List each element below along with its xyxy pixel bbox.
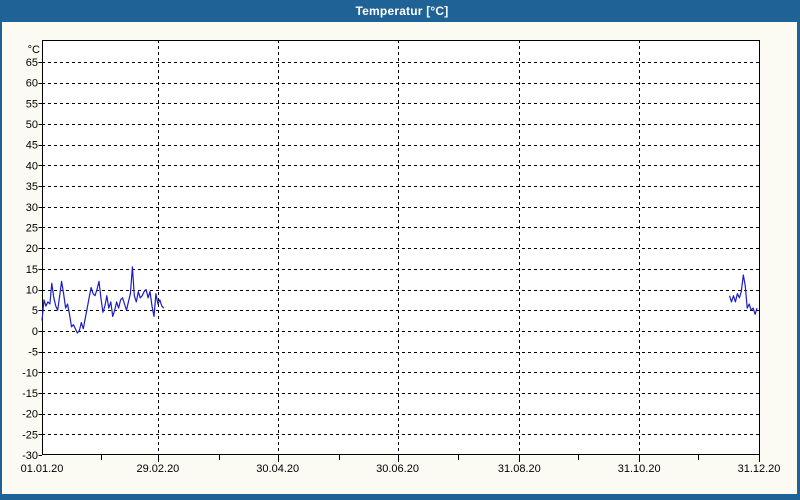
window-title: Temperatur [°C] (356, 4, 449, 18)
x-axis-tick-label: 01.01.20 (21, 463, 64, 475)
y-axis-tick-label: -5 (28, 347, 38, 359)
y-axis-tick-label: 40 (26, 160, 38, 172)
x-axis-tick-label: 31.08.20 (498, 463, 541, 475)
y-axis-tick-label: 15 (26, 264, 38, 276)
y-axis-tick-label: 60 (26, 78, 38, 90)
x-axis-tick-label: 31.10.20 (618, 463, 661, 475)
x-axis-tick-label: 30.04.20 (256, 463, 299, 475)
y-axis-tick-label: -15 (22, 388, 38, 400)
x-axis-tick-label: 29.02.20 (136, 463, 179, 475)
y-axis-tick-label: 65 (26, 57, 38, 69)
y-axis-tick-label: 20 (26, 243, 38, 255)
y-axis-tick-label: 50 (26, 119, 38, 131)
y-axis-tick-label: 10 (26, 285, 38, 297)
plot-area (42, 40, 760, 455)
y-axis-tick-label: -30 (22, 450, 38, 462)
chart-window: Temperatur [°C] °C6560555045403530252015… (0, 0, 800, 500)
y-axis-tick-label: -25 (22, 429, 38, 441)
y-axis-tick-label: 0 (32, 326, 38, 338)
y-axis-tick-label: 30 (26, 202, 38, 214)
y-axis-tick-label: -20 (22, 409, 38, 421)
x-axis-tick-label: 30.06.20 (376, 463, 419, 475)
temperature-chart: °C65605550454035302520151050-5-10-15-20-… (2, 0, 800, 500)
title-bar[interactable]: Temperatur [°C] (2, 0, 800, 22)
x-axis-tick-label: 31.12.20 (738, 463, 781, 475)
y-axis-tick-label: -10 (22, 367, 38, 379)
y-axis-tick-label: 5 (32, 305, 38, 317)
y-axis-tick-label: 25 (26, 222, 38, 234)
y-axis-tick-label: 35 (26, 181, 38, 193)
y-axis-tick-label: 55 (26, 98, 38, 110)
y-axis-tick-label: 45 (26, 140, 38, 152)
y-axis-unit-label: °C (28, 44, 40, 56)
